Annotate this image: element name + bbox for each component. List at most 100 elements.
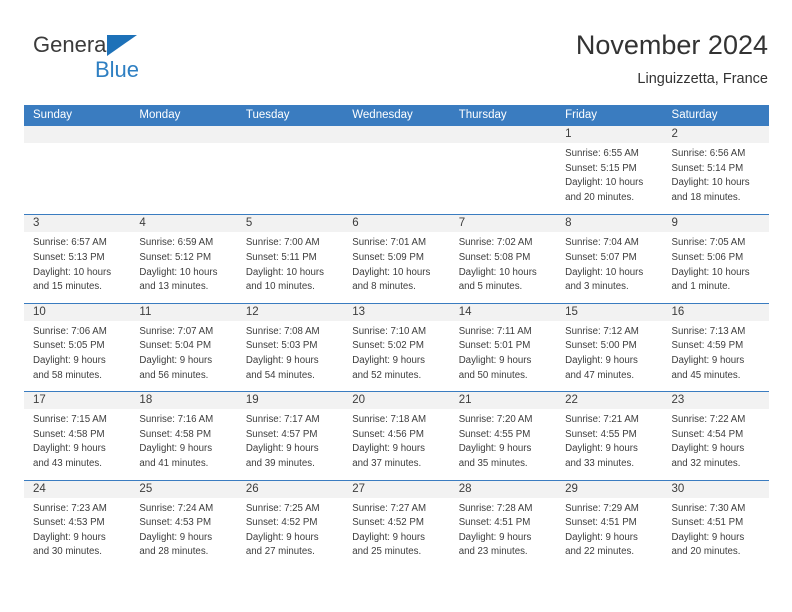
calendar-day-cell[interactable]: 1 Sunrise: 6:55 AM Sunset: 5:15 PM Daylight… bbox=[556, 126, 663, 215]
sunset-text: Sunset: 4:55 PM bbox=[565, 428, 637, 440]
date-number: 4 bbox=[139, 217, 146, 230]
daylight-text: Daylight: 9 hours and 32 minutes. bbox=[671, 443, 745, 469]
calendar-day-cell[interactable]: 24 Sunrise: 7:23 AM Sunset: 4:53 PM Dayligh… bbox=[24, 480, 131, 568]
date-strip: 3 bbox=[24, 215, 131, 233]
calendar-day-cell[interactable]: 3 Sunrise: 6:57 AM Sunset: 5:13 PM Daylight… bbox=[24, 215, 131, 303]
calendar-day-cell[interactable]: 2 Sunrise: 6:56 AM Sunset: 5:14 PM Daylight… bbox=[662, 126, 769, 215]
calendar-day-cell[interactable]: 5 Sunrise: 7:00 AM Sunset: 5:11 PM Daylight… bbox=[236, 215, 344, 303]
calendar-day-cell[interactable]: 15 Sunrise: 7:12 AM Sunset: 5:00 PM Dayligh… bbox=[556, 303, 663, 392]
date-number: 27 bbox=[352, 482, 366, 495]
sunrise-text: Sunrise: 7:10 AM bbox=[352, 325, 427, 337]
sunset-text: Sunset: 4:53 PM bbox=[139, 517, 212, 529]
date-strip: 17 bbox=[24, 392, 131, 410]
date-strip: 18 bbox=[130, 392, 237, 410]
daylight-text: Daylight: 9 hours and 25 minutes. bbox=[352, 531, 425, 558]
calendar-day-cell[interactable]: 20 Sunrise: 7:18 AM Sunset: 4:56 PM Dayligh… bbox=[343, 392, 450, 480]
sunset-text: Sunset: 4:51 PM bbox=[565, 517, 637, 529]
page-title: November 2024 bbox=[575, 30, 768, 60]
page-header: General Blue November 2024 Linguizzetta,… bbox=[24, 28, 768, 98]
calendar-day-cell[interactable]: 23 Sunrise: 7:22 AM Sunset: 4:54 PM Dayligh… bbox=[662, 392, 769, 480]
date-strip bbox=[449, 126, 557, 143]
calendar-week-row: 24 Sunrise: 7:23 AM Sunset: 4:53 PM Dayligh… bbox=[24, 479, 769, 568]
daylight-text: Daylight: 9 hours and 47 minutes. bbox=[565, 354, 638, 381]
date-strip: 7 bbox=[449, 215, 557, 233]
date-number: 29 bbox=[565, 482, 578, 495]
calendar-grid: Sunday Monday Tuesday Wednesday Thursday Frid… bbox=[24, 105, 769, 568]
day-details: Sunrise: 7:17 AM Sunset: 4:57 PM Daylight:… bbox=[237, 409, 343, 471]
sunset-text: Sunset: 4:51 PM bbox=[458, 517, 531, 529]
daylight-text: Daylight: 9 hours and 58 minutes. bbox=[33, 354, 106, 381]
calendar-day-cell[interactable]: 7 Sunrise: 7:02 AM Sunset: 5:08 PM Daylight… bbox=[449, 215, 557, 303]
calendar-day-cell[interactable]: 10 Sunrise: 7:06 AM Sunset: 5:05 PM Dayligh… bbox=[24, 303, 131, 392]
date-number: 15 bbox=[565, 305, 578, 318]
date-strip: 1 bbox=[556, 126, 663, 143]
date-strip: 28 bbox=[449, 480, 557, 498]
calendar-day-cell[interactable]: 18 Sunrise: 7:16 AM Sunset: 4:58 PM Dayligh… bbox=[130, 392, 237, 480]
daylight-text: Daylight: 9 hours and 20 minutes. bbox=[671, 531, 745, 558]
date-strip: 25 bbox=[130, 480, 237, 498]
calendar-day-cell-empty bbox=[343, 126, 450, 215]
day-details: Sunrise: 7:21 AM Sunset: 4:55 PM Daylight:… bbox=[556, 409, 662, 471]
sunrise-text: Sunrise: 7:28 AM bbox=[458, 502, 533, 514]
calendar-day-cell[interactable]: 29 Sunrise: 7:29 AM Sunset: 4:51 PM Dayligh… bbox=[556, 480, 663, 568]
sunset-text: Sunset: 5:06 PM bbox=[671, 251, 744, 263]
sunrise-text: Sunrise: 7:29 AM bbox=[565, 502, 639, 514]
calendar-day-cell[interactable]: 12 Sunrise: 7:08 AM Sunset: 5:03 PM Dayligh… bbox=[236, 303, 344, 392]
calendar-day-cell[interactable]: 16 Sunrise: 7:13 AM Sunset: 4:59 PM Dayligh… bbox=[662, 303, 769, 392]
calendar-day-cell[interactable]: 11 Sunrise: 7:07 AM Sunset: 5:04 PM Dayligh… bbox=[130, 303, 237, 392]
date-strip: 6 bbox=[343, 215, 450, 233]
date-strip: 11 bbox=[130, 303, 237, 321]
date-number: 23 bbox=[671, 394, 685, 407]
date-strip: 29 bbox=[556, 480, 663, 498]
date-strip: 16 bbox=[662, 303, 769, 321]
day-details: Sunrise: 7:06 AM Sunset: 5:05 PM Daylight:… bbox=[24, 321, 130, 383]
calendar-page: General Blue November 2024 Linguizzetta,… bbox=[0, 0, 792, 612]
calendar-day-cell[interactable]: 19 Sunrise: 7:17 AM Sunset: 4:57 PM Dayligh… bbox=[236, 392, 344, 480]
day-details: Sunrise: 7:02 AM Sunset: 5:08 PM Daylight:… bbox=[450, 232, 556, 294]
sunset-text: Sunset: 4:59 PM bbox=[671, 340, 744, 352]
date-number: 20 bbox=[352, 394, 366, 407]
sunset-text: Sunset: 4:51 PM bbox=[671, 517, 744, 529]
calendar-day-cell[interactable]: 28 Sunrise: 7:28 AM Sunset: 4:51 PM Dayligh… bbox=[449, 480, 557, 568]
day-details: Sunrise: 7:23 AM Sunset: 4:53 PM Daylight:… bbox=[24, 498, 130, 560]
date-strip bbox=[24, 126, 131, 143]
sunset-text: Sunset: 4:58 PM bbox=[33, 428, 105, 440]
calendar-day-cell[interactable]: 26 Sunrise: 7:25 AM Sunset: 4:52 PM Dayligh… bbox=[236, 480, 344, 568]
date-strip: 9 bbox=[662, 215, 769, 233]
calendar-day-cell[interactable]: 25 Sunrise: 7:24 AM Sunset: 4:53 PM Dayligh… bbox=[130, 480, 237, 568]
calendar-day-cell[interactable]: 14 Sunrise: 7:11 AM Sunset: 5:01 PM Dayligh… bbox=[449, 303, 557, 392]
calendar-day-cell[interactable]: 22 Sunrise: 7:21 AM Sunset: 4:55 PM Dayligh… bbox=[556, 392, 663, 480]
calendar-day-cell[interactable]: 30 Sunrise: 7:30 AM Sunset: 4:51 PM Dayligh… bbox=[662, 480, 769, 568]
sunrise-text: Sunrise: 7:21 AM bbox=[565, 414, 639, 426]
sunrise-text: Sunrise: 7:23 AM bbox=[33, 502, 107, 514]
calendar-day-cell[interactable]: 4 Sunrise: 6:59 AM Sunset: 5:12 PM Daylight… bbox=[130, 215, 237, 303]
sunset-text: Sunset: 5:00 PM bbox=[565, 340, 637, 352]
page-subtitle-location: Linguizzetta, France bbox=[637, 71, 768, 87]
calendar-day-cell[interactable]: 27 Sunrise: 7:27 AM Sunset: 4:52 PM Dayligh… bbox=[343, 480, 450, 568]
sunset-text: Sunset: 5:08 PM bbox=[458, 251, 531, 263]
sunset-text: Sunset: 5:02 PM bbox=[352, 340, 424, 352]
date-number: 3 bbox=[33, 217, 40, 230]
calendar-day-cell[interactable]: 9 Sunrise: 7:05 AM Sunset: 5:06 PM Daylight… bbox=[662, 215, 769, 303]
calendar-day-cell[interactable]: 6 Sunrise: 7:01 AM Sunset: 5:09 PM Daylight… bbox=[343, 215, 450, 303]
date-strip: 5 bbox=[236, 215, 344, 233]
daylight-text: Daylight: 9 hours and 28 minutes. bbox=[139, 531, 213, 558]
calendar-day-cell[interactable]: 8 Sunrise: 7:04 AM Sunset: 5:07 PM Daylight… bbox=[556, 215, 663, 303]
calendar-day-cell-empty bbox=[24, 126, 131, 215]
sunset-text: Sunset: 4:52 PM bbox=[245, 517, 318, 529]
daylight-text: Daylight: 9 hours and 41 minutes. bbox=[139, 443, 213, 469]
date-number: 7 bbox=[458, 217, 466, 230]
sunrise-text: Sunrise: 7:17 AM bbox=[245, 414, 320, 426]
calendar-week-row: 1 Sunrise: 6:55 AM Sunset: 5:15 PM Daylight… bbox=[24, 126, 769, 215]
sunrise-text: Sunrise: 6:59 AM bbox=[139, 237, 214, 249]
daylight-text: Daylight: 10 hours and 13 minutes. bbox=[139, 266, 218, 293]
calendar-day-cell[interactable]: 13 Sunrise: 7:10 AM Sunset: 5:02 PM Dayligh… bbox=[343, 303, 450, 392]
sunset-text: Sunset: 5:14 PM bbox=[671, 162, 744, 174]
day-details: Sunrise: 7:30 AM Sunset: 4:51 PM Daylight:… bbox=[663, 498, 769, 560]
daylight-text: Daylight: 9 hours and 45 minutes. bbox=[671, 354, 745, 381]
calendar-day-cell[interactable]: 17 Sunrise: 7:15 AM Sunset: 4:58 PM Dayligh… bbox=[24, 392, 131, 480]
calendar-day-cell[interactable]: 21 Sunrise: 7:20 AM Sunset: 4:55 PM Dayligh… bbox=[449, 392, 557, 480]
logo-triangle-icon bbox=[107, 35, 137, 56]
day-details: Sunrise: 7:27 AM Sunset: 4:52 PM Daylight:… bbox=[343, 498, 449, 560]
calendar-day-cell-empty bbox=[449, 126, 557, 215]
